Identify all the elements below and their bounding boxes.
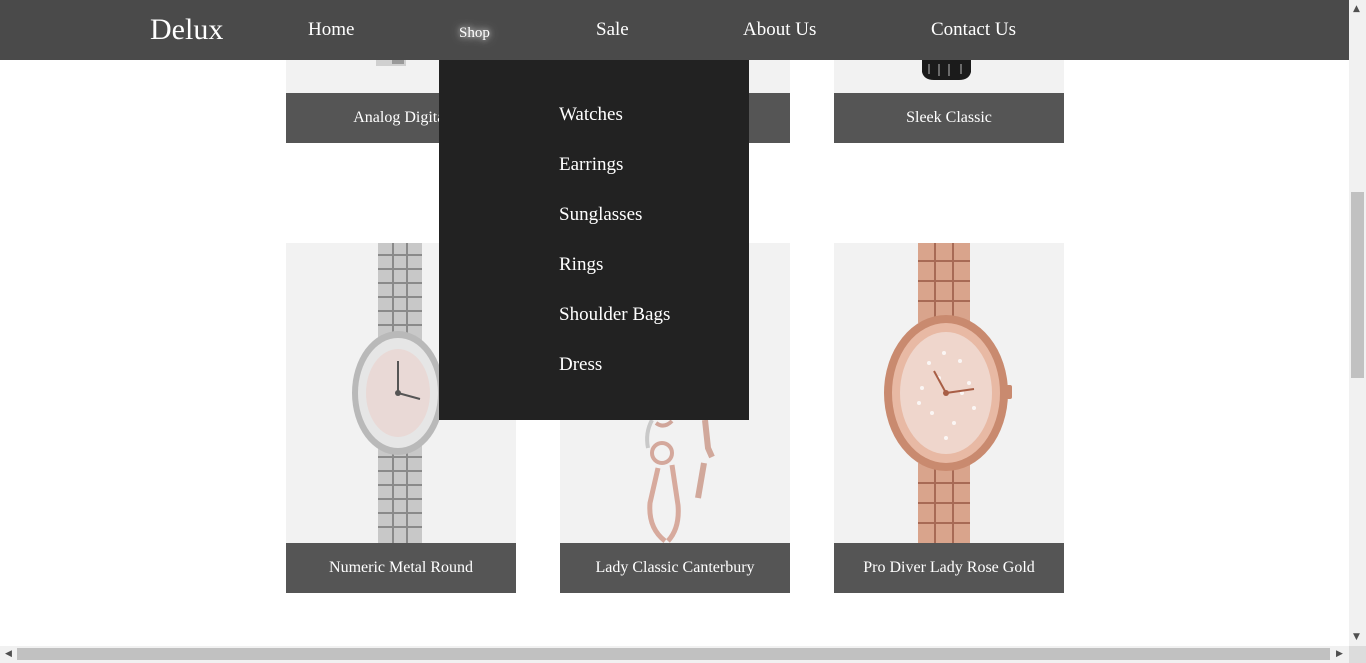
product-title[interactable]: Numeric Metal Round [286, 543, 516, 593]
dropdown-item-earrings[interactable]: Earrings [559, 154, 623, 176]
scroll-right-arrow-icon[interactable]: ▶ [1336, 649, 1343, 659]
rose-gold-watch-icon [884, 243, 1012, 543]
nav-about-us[interactable]: About Us [743, 19, 816, 41]
dropdown-item-dress[interactable]: Dress [559, 354, 602, 376]
product-image[interactable] [834, 243, 1064, 543]
nav-home[interactable]: Home [308, 19, 354, 41]
scroll-up-arrow-icon[interactable]: ▲ [1353, 4, 1360, 14]
nav-contact-us[interactable]: Contact Us [931, 19, 1016, 41]
dropdown-item-shoulder-bags[interactable]: Shoulder Bags [559, 304, 670, 326]
nav-shop[interactable]: Shop [459, 22, 490, 44]
dropdown-item-rings[interactable]: Rings [559, 254, 603, 276]
dropdown-item-watches[interactable]: Watches [559, 104, 623, 126]
top-navbar: Delux Home Shop Sale About Us Contact Us [0, 0, 1349, 60]
horizontal-scrollbar-thumb[interactable] [17, 648, 1330, 660]
site-logo[interactable]: Delux [150, 12, 223, 48]
product-title[interactable]: Lady Classic Canterbury [560, 543, 790, 593]
scroll-left-arrow-icon[interactable]: ◀ [5, 649, 12, 659]
product-image[interactable] [834, 60, 1064, 93]
shop-dropdown-menu: Watches Earrings Sunglasses Rings Should… [439, 60, 749, 420]
vertical-scrollbar-thumb[interactable] [1351, 192, 1364, 378]
nav-sale[interactable]: Sale [596, 19, 629, 41]
product-title[interactable]: Sleek Classic [834, 93, 1064, 143]
scrollbar-corner [1349, 646, 1366, 663]
dropdown-item-sunglasses[interactable]: Sunglasses [559, 204, 642, 226]
product-title[interactable]: Pro Diver Lady Rose Gold [834, 543, 1064, 593]
scroll-down-arrow-icon[interactable]: ▼ [1353, 632, 1360, 642]
